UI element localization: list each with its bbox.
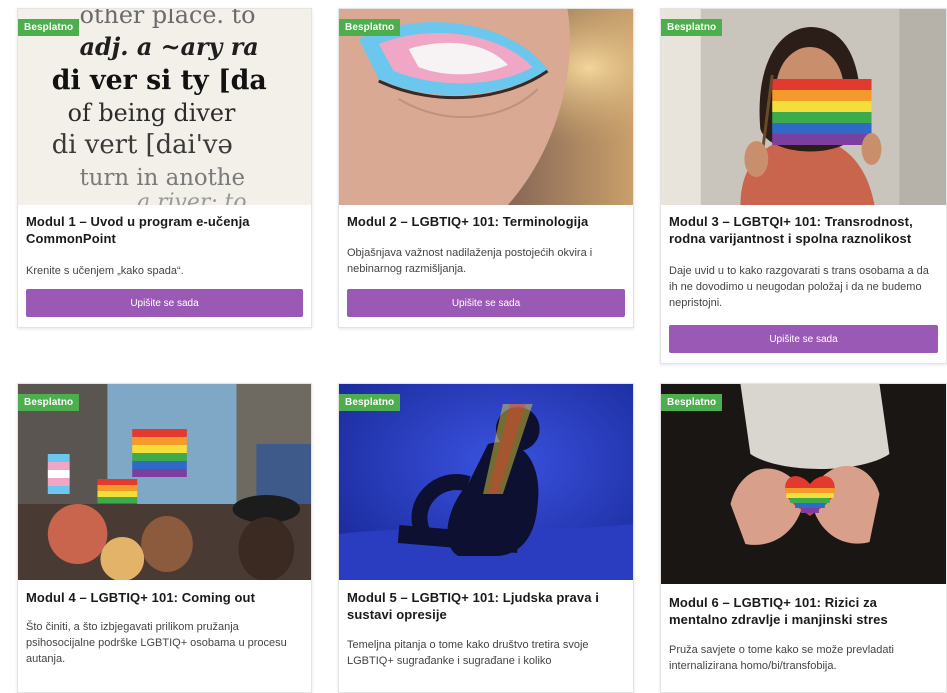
image-text-line-3: di ver si ty [da — [52, 65, 267, 96]
image-text-line-5: di vert [dai'və — [52, 130, 233, 160]
image-text-line-4: of being diver — [68, 99, 236, 127]
module-title[interactable]: Modul 4 – LGBTIQ+ 101: Coming out — [26, 589, 303, 606]
module-card-2[interactable]: Besplatno Modul 2 – LGBTIQ+ 101: Termino… — [338, 8, 634, 328]
rainbow-heart-hands-image — [661, 384, 946, 584]
module-title[interactable]: Modul 1 – Uvod u program e-učenja Common… — [26, 213, 303, 247]
rainbow-flag-person-image — [661, 9, 946, 205]
module-title[interactable]: Modul 6 – LGBTIQ+ 101: Rizici za mentaln… — [669, 594, 938, 628]
module-title[interactable]: Modul 5 – LGBTIQ+ 101: Ljudska prava i s… — [347, 589, 625, 623]
enroll-button[interactable]: Upišite se sada — [347, 289, 625, 317]
enroll-button[interactable]: Upišite se sada — [669, 325, 938, 353]
free-badge: Besplatno — [339, 19, 401, 36]
free-badge: Besplatno — [18, 394, 80, 411]
free-badge: Besplatno — [661, 394, 723, 411]
free-badge: Besplatno — [18, 19, 80, 36]
image-text-line-1: other place. to — [80, 9, 256, 29]
module-description: Što činiti, a što izbjegavati prilikom p… — [26, 621, 287, 665]
module-description: Daje uvid u to kako razgovarati s trans … — [669, 265, 929, 309]
module-title[interactable]: Modul 3 – LGBTQI+ 101: Transrodnost, rod… — [669, 213, 938, 247]
blue-light-person-image — [339, 384, 633, 580]
rainbow-flag-icon — [772, 79, 872, 145]
module-card-4[interactable]: Besplatno Modul 4 – LGBTIQ+ 101: Coming … — [17, 383, 312, 693]
module-title[interactable]: Modul 2 – LGBTIQ+ 101: Terminologija — [347, 213, 625, 230]
trans-flag-eyeshadow-image — [339, 9, 633, 205]
dictionary-diversity-image: other place. to adj. a ~ary ra di ver si… — [18, 9, 311, 205]
module-description: Pruža savjete o tome kako se može prevla… — [669, 644, 895, 672]
image-text-line-7: a river: to — [137, 190, 246, 205]
image-text-line-6: turn in anothe — [80, 165, 245, 191]
free-badge: Besplatno — [661, 19, 723, 36]
module-description: Temeljna pitanja o tome kako društvo tre… — [347, 639, 589, 667]
image-text-line-2: adj. a ~ary ra — [80, 33, 259, 61]
module-description: Krenite s učenjem „kako spada“. — [26, 265, 184, 277]
module-card-5[interactable]: Besplatno Modul 5 – LGBTIQ+ 101: Ljudska… — [338, 383, 634, 693]
module-card-3[interactable]: Besplatno Modul 3 – LGBTQI+ 101: Transro… — [660, 8, 947, 364]
module-description: Objašnjava važnost nadilaženja postojeći… — [347, 247, 593, 275]
enroll-button[interactable]: Upišite se sada — [26, 289, 303, 317]
pride-parade-image — [18, 384, 311, 580]
module-card-6[interactable]: Besplatno Modul 6 – LGBTIQ+ 101: Rizici … — [660, 383, 947, 693]
module-card-1[interactable]: other place. to adj. a ~ary ra di ver si… — [17, 8, 312, 328]
free-badge: Besplatno — [339, 394, 401, 411]
